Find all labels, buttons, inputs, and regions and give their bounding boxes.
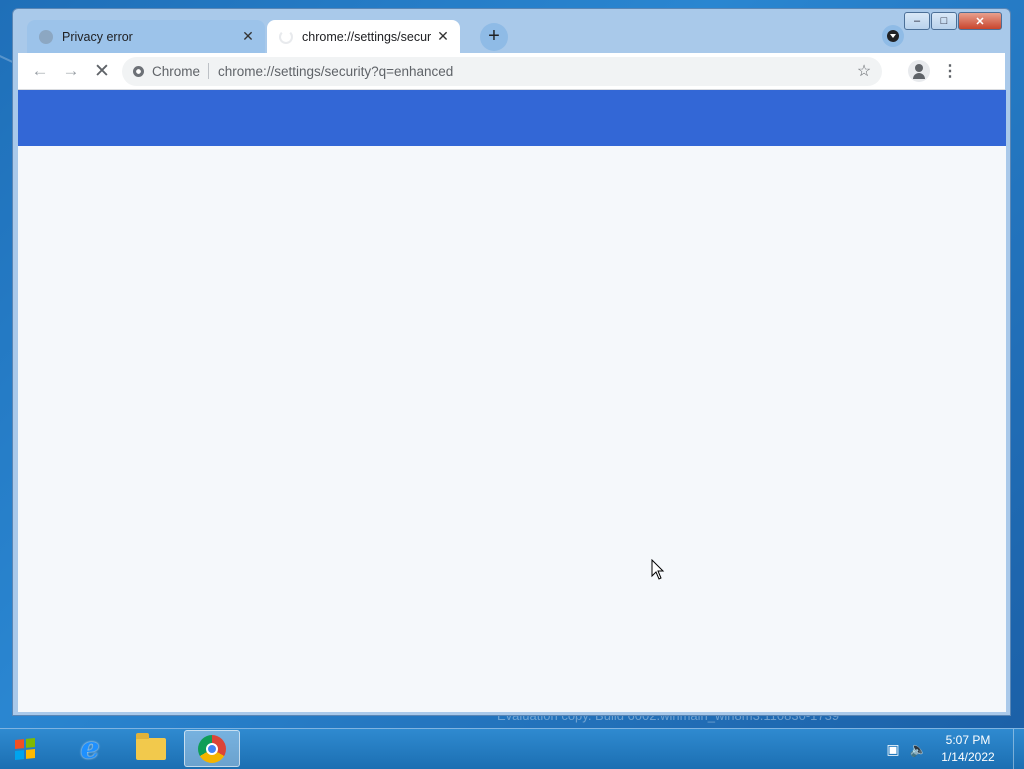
new-tab-button[interactable]: + <box>480 23 508 51</box>
tab-privacy-error[interactable]: Privacy error ✕ <box>27 20 265 53</box>
back-arrow-icon[interactable]: ← <box>26 57 54 85</box>
windows-logo-icon <box>15 737 35 761</box>
start-button[interactable] <box>6 731 44 767</box>
tab-strip: Privacy error ✕ chrome://settings/secur … <box>27 20 997 53</box>
clock[interactable]: 5:07 PM 1/14/2022 <box>937 732 999 766</box>
tab-title: chrome://settings/secur <box>302 29 432 44</box>
tab-settings[interactable]: chrome://settings/secur ✕ <box>267 20 460 53</box>
tab-search-button[interactable] <box>882 25 904 47</box>
url-text[interactable]: chrome://settings/security?q=enhanced <box>218 64 850 79</box>
tab-title: Privacy error <box>62 29 133 44</box>
address-bar[interactable]: Chrome chrome://settings/security?q=enha… <box>122 56 882 86</box>
internet-explorer-icon: e <box>80 731 100 766</box>
globe-icon <box>39 29 53 44</box>
settings-header-bar <box>18 90 1006 146</box>
bookmark-star-icon[interactable]: ☆ <box>850 61 878 81</box>
chrome-window: – □ ✕ Privacy error ✕ chrome://settings/… <box>12 8 1011 716</box>
taskbar-internet-explorer[interactable]: e <box>62 730 118 767</box>
loading-spinner-icon <box>279 29 293 44</box>
page-content <box>18 90 1006 712</box>
chrome-logo-icon <box>133 65 144 77</box>
close-tab-icon[interactable]: ✕ <box>239 28 257 45</box>
site-chip-label[interactable]: Chrome <box>152 64 200 79</box>
taskbar-google-chrome[interactable] <box>184 730 240 767</box>
chevron-down-icon <box>887 30 899 42</box>
clock-date: 1/14/2022 <box>941 750 995 764</box>
close-tab-icon[interactable]: ✕ <box>434 28 452 45</box>
address-divider <box>208 63 210 79</box>
chrome-icon <box>198 734 226 763</box>
volume-icon[interactable]: 🔈 <box>910 741 927 758</box>
profile-avatar-icon[interactable] <box>908 60 930 82</box>
browser-toolbar: ← → ✕ Chrome chrome://settings/security?… <box>18 53 1005 90</box>
system-tray: ▣ 🔈 5:07 PM 1/14/2022 <box>886 729 1024 769</box>
mouse-cursor-icon <box>651 559 665 580</box>
show-desktop-button[interactable] <box>1013 729 1024 769</box>
taskbar-file-explorer[interactable] <box>123 730 179 767</box>
forward-arrow-icon[interactable]: → <box>57 57 85 85</box>
kebab-menu-icon[interactable]: ⋮ <box>938 61 962 81</box>
clock-time: 5:07 PM <box>945 733 991 747</box>
stop-loading-icon[interactable]: ✕ <box>88 57 116 85</box>
network-icon[interactable]: ▣ <box>886 741 899 758</box>
folder-icon <box>136 732 166 760</box>
taskbar: e ▣ 🔈 5:07 PM 1/14/2022 <box>0 728 1024 769</box>
